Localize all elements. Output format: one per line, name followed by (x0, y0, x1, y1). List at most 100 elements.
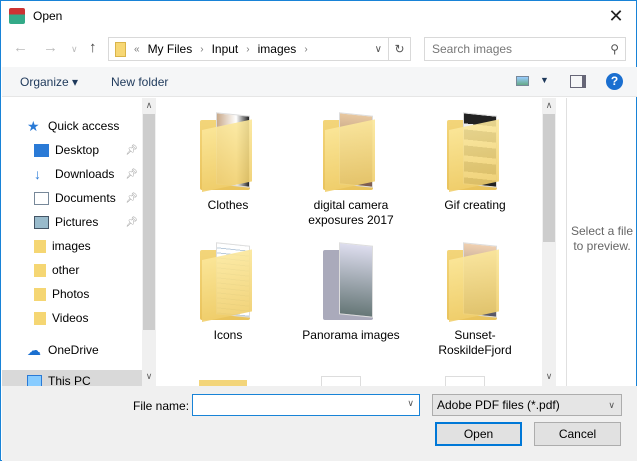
scroll-down-icon[interactable]: ∨ (142, 371, 156, 382)
recent-chevron-icon[interactable]: ∨ (71, 44, 78, 55)
cancel-button[interactable]: Cancel (534, 422, 621, 446)
nav-label: Downloads (55, 167, 115, 181)
app-icon (9, 8, 25, 24)
nav-documents[interactable]: Documents 📌︎ (2, 187, 142, 209)
folder-icon (321, 242, 381, 324)
folder-icon (321, 112, 381, 194)
search-input[interactable]: Search images ⚲ (424, 37, 626, 61)
help-icon[interactable]: ? (606, 73, 623, 90)
folder-item[interactable]: Icons (173, 242, 283, 343)
folder-icon (198, 112, 258, 194)
breadcrumb-input[interactable]: Input (212, 42, 239, 56)
bottom-bar: File name: ∨ Adobe PDF files (*.pdf) ∨ Op… (2, 386, 637, 461)
chevron-right-icon[interactable]: › (200, 44, 203, 55)
window-title: Open (33, 9, 63, 23)
nav-onedrive[interactable]: ☁ OneDrive (2, 339, 142, 361)
open-dialog: Open ✕ ← → ∨ ↑ « My Files › Input › images… (0, 0, 637, 461)
pin-icon[interactable]: 📌︎ (125, 169, 138, 180)
file-name-label: File name: (133, 399, 190, 413)
nav-quick-access[interactable]: ★ Quick access (2, 115, 142, 137)
nav-label: Desktop (55, 143, 100, 157)
nav-photos[interactable]: Photos (2, 283, 142, 305)
nav-label: Documents (55, 191, 116, 205)
new-folder-button[interactable]: New folder (111, 75, 168, 89)
breadcrumb-images[interactable]: images (258, 42, 297, 56)
nav-other[interactable]: other (2, 259, 142, 281)
change-view-icon[interactable] (516, 76, 529, 86)
open-button[interactable]: Open (435, 422, 522, 446)
chevron-down-icon: ∨ (608, 400, 615, 410)
item-label: Sunset-RoskildeFjord (438, 328, 512, 357)
scroll-up-icon[interactable]: ∧ (142, 100, 156, 111)
nav-label: OneDrive (48, 343, 99, 357)
nav-label: Pictures (55, 215, 99, 229)
folder-icon (198, 242, 258, 324)
nav-downloads[interactable]: ↓ Downloads 📌︎ (2, 163, 142, 185)
up-arrow-icon[interactable]: ↑ (89, 39, 97, 56)
download-icon: ↓ (34, 165, 41, 182)
forward-arrow-icon[interactable]: → (43, 39, 58, 56)
desktop-icon (34, 143, 49, 157)
nav-desktop[interactable]: Desktop 📌︎ (2, 139, 142, 161)
preview-pane-icon[interactable] (570, 75, 586, 88)
overflow-icon[interactable]: « (134, 44, 140, 55)
pin-icon[interactable]: 📌︎ (125, 217, 138, 228)
folder-icon (34, 311, 46, 325)
nav-videos[interactable]: Videos (2, 307, 142, 329)
folder-icon (445, 242, 505, 324)
search-icon[interactable]: ⚲ (610, 38, 619, 60)
file-name-input[interactable]: ∨ (192, 394, 420, 416)
scroll-thumb[interactable] (543, 114, 555, 242)
folder-icon (445, 112, 505, 194)
folder-icon (115, 41, 126, 57)
star-icon: ★ (27, 117, 40, 134)
scroll-thumb[interactable] (143, 114, 155, 330)
chevron-right-icon[interactable]: › (246, 44, 249, 55)
nav-pictures[interactable]: Pictures 📌︎ (2, 211, 142, 233)
back-arrow-icon[interactable]: ← (13, 39, 28, 56)
chevron-down-icon[interactable]: ∨ (407, 398, 414, 409)
nav-this-pc[interactable]: This PC (2, 370, 142, 386)
file-icon (321, 376, 361, 386)
item-label: Clothes (207, 198, 249, 212)
folder-item[interactable]: digital camera exposures 2017 (296, 112, 406, 228)
folder-icon (34, 239, 46, 253)
organize-button[interactable]: Organize ▾ (20, 75, 78, 89)
file-icon (445, 376, 485, 386)
nav-label: Photos (52, 287, 90, 301)
item-label: Panorama images (302, 328, 400, 342)
preview-pane: Select a file to preview. (566, 98, 637, 386)
folder-item[interactable]: Sunset-RoskildeFjord (420, 242, 530, 358)
pin-icon[interactable]: 📌︎ (125, 145, 138, 156)
folder-item[interactable]: Gif creating (420, 112, 530, 213)
computer-icon (27, 374, 42, 386)
nav-label: This PC (48, 374, 91, 386)
refresh-icon[interactable]: ↻ (388, 38, 410, 60)
nav-images[interactable]: images (2, 235, 142, 257)
scroll-down-icon[interactable]: ∨ (542, 371, 556, 382)
chevron-right-icon[interactable]: › (304, 44, 307, 55)
nav-label: Quick access (48, 119, 120, 133)
view-dropdown-icon[interactable]: ▼ (540, 75, 549, 85)
file-type-select[interactable]: Adobe PDF files (*.pdf) ∨ (432, 394, 622, 416)
breadcrumb-my-files[interactable]: My Files (148, 42, 193, 56)
address-bar[interactable]: « My Files › Input › images › ∨ ↻ (108, 37, 411, 61)
toolbar: Organize ▾ New folder ▼ ? (2, 67, 637, 97)
chevron-down-icon[interactable]: ∨ (375, 44, 382, 55)
folder-item[interactable]: Panorama images (296, 242, 406, 343)
item-label: Icons (213, 328, 243, 342)
pin-icon[interactable]: 📌︎ (125, 193, 138, 204)
folder-icon (34, 263, 46, 277)
content-scrollbar[interactable]: ∧ ∨ (542, 98, 556, 386)
file-list: Clothes digital camera exposures 2017 Gi… (161, 98, 542, 386)
title-bar: Open (9, 8, 62, 24)
nav-label: Videos (52, 311, 89, 325)
close-button[interactable]: ✕ (604, 5, 628, 27)
item-label: digital camera exposures 2017 (308, 198, 394, 227)
navigation-pane: ★ Quick access Desktop 📌︎ ↓ Downloads 📌︎ Doc… (2, 98, 142, 386)
folder-item[interactable]: Clothes (173, 112, 283, 213)
search-placeholder: Search images (432, 42, 513, 56)
nav-scrollbar[interactable]: ∧ ∨ (142, 98, 156, 386)
scroll-up-icon[interactable]: ∧ (542, 100, 556, 111)
file-type-value: Adobe PDF files (*.pdf) (437, 398, 560, 412)
